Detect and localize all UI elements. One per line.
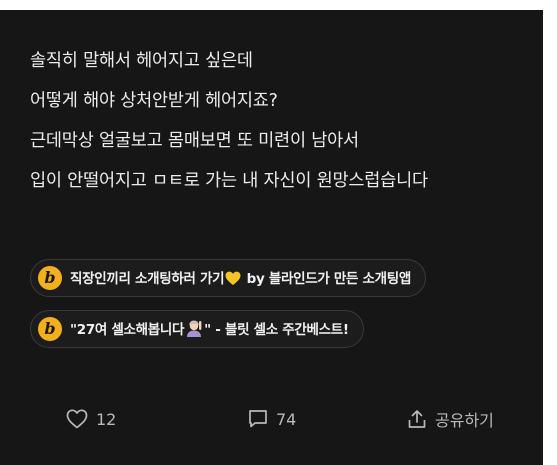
person-raising-hand-icon bbox=[185, 320, 203, 341]
post-card: 솔직히 말해서 헤어지고 싶은데 어떻게 해야 상처안받게 헤어지죠? 근데막상… bbox=[0, 10, 543, 465]
heart-icon bbox=[66, 409, 88, 429]
promo-link-self-intro[interactable]: b "27여 셀소해봅니다 " - 블릿 셀소 주간베스트! bbox=[30, 310, 364, 348]
promo-text-main: 직장인끼리 소개팅하러 가기 bbox=[70, 270, 225, 287]
post-body: 솔직히 말해서 헤어지고 싶은데 어떻게 해야 상처안받게 헤어지죠? 근데막상… bbox=[30, 41, 428, 201]
promo-text-suffix: " - 블릿 셀소 주간베스트! bbox=[204, 321, 349, 338]
share-label: 공유하기 bbox=[435, 411, 494, 430]
promo-link-blind-dating[interactable]: b 직장인끼리 소개팅하러 가기 by 블라인드가 만든 소개팅앱 bbox=[30, 259, 427, 297]
blind-logo-icon: b bbox=[38, 266, 62, 290]
promo-text-main: "27여 셀소해봅니다 bbox=[70, 321, 185, 338]
comment-button[interactable]: 74 bbox=[248, 399, 296, 439]
post-line: 솔직히 말해서 헤어지고 싶은데 bbox=[30, 51, 253, 71]
like-count: 12 bbox=[96, 409, 117, 429]
promo-text: "27여 셀소해봅니다 " - 블릿 셀소 주간베스트! bbox=[70, 318, 349, 341]
share-button[interactable]: 공유하기 bbox=[407, 399, 494, 439]
like-button[interactable]: 12 bbox=[66, 399, 116, 439]
post-line: 입이 안떨어지고 ㅁㅌ로 가는 내 자신이 원망스럽습니다 bbox=[30, 171, 428, 191]
blind-logo-icon: b bbox=[38, 317, 62, 341]
yellow-heart-icon bbox=[225, 271, 241, 290]
comment-icon bbox=[248, 409, 268, 429]
post-line: 어떻게 해야 상처안받게 헤어지죠? bbox=[30, 91, 278, 111]
post-line: 근데막상 얼굴보고 몸매보면 또 미련이 남아서 bbox=[30, 131, 359, 151]
promo-text-suffix: by 블라인드가 만든 소개팅앱 bbox=[242, 270, 412, 287]
share-icon bbox=[407, 409, 427, 429]
action-bar: 12 74 공유하기 bbox=[0, 399, 543, 439]
promo-text: 직장인끼리 소개팅하러 가기 by 블라인드가 만든 소개팅앱 bbox=[70, 267, 411, 290]
comment-count: 74 bbox=[276, 409, 297, 429]
